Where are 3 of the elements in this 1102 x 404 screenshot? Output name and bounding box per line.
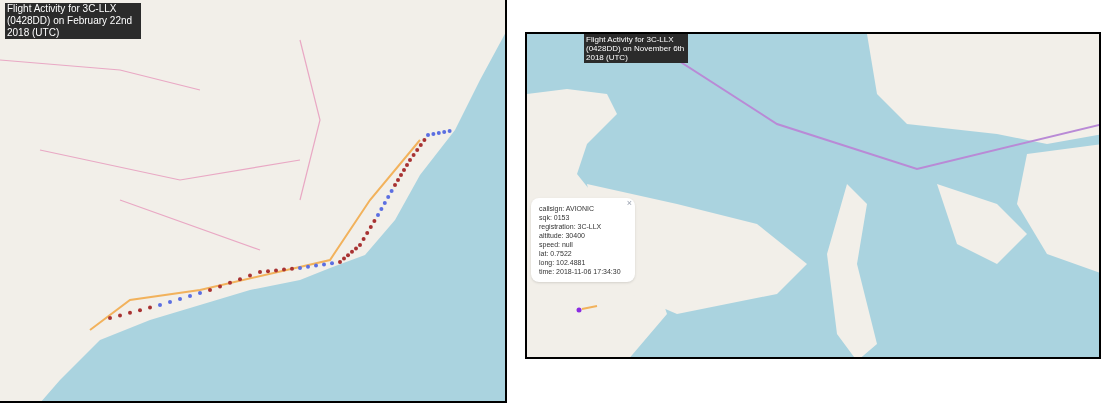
- close-button[interactable]: ×: [626, 198, 632, 208]
- map-title: Flight Activity for 3C-LLX (0428DD) on February 22nd 2018 (UTC): [5, 3, 141, 39]
- map-title: Flight Activity for 3C-LLX (0428DD) on November 6th 2018 (UTC): [584, 34, 688, 63]
